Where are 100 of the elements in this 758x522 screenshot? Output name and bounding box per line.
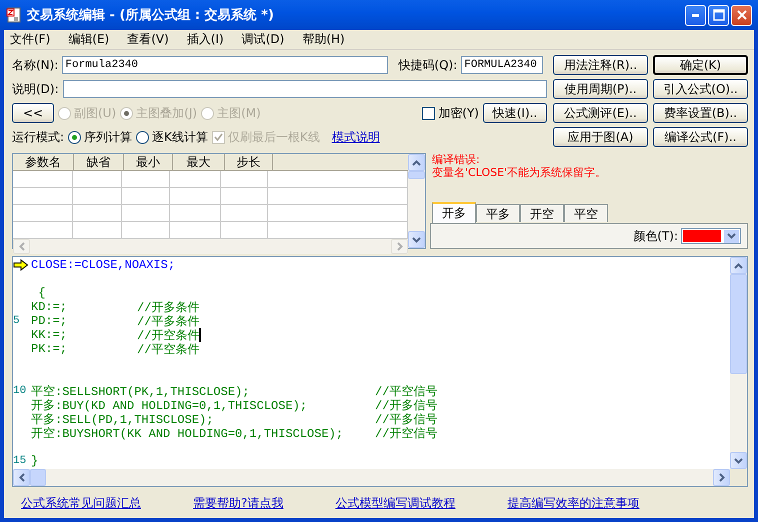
- column-header[interactable]: 最大: [173, 154, 225, 171]
- column-header[interactable]: 步长: [225, 154, 273, 171]
- menu-item[interactable]: 文件(F): [10, 31, 50, 48]
- color-dropdown[interactable]: [681, 228, 741, 244]
- code-text: PD:=;: [31, 314, 68, 328]
- code-editor[interactable]: [12, 256, 748, 487]
- dialog-button[interactable]: 引入公式(O)..: [653, 79, 748, 99]
- code-text: 开多:BUY(KD AND HOLDING=0,1,THISCLOSE);: [31, 398, 308, 413]
- signal-tab[interactable]: 平多: [476, 204, 520, 222]
- line-number: 5: [13, 315, 20, 327]
- checkmark-icon: [214, 132, 223, 142]
- code-text: 开空:BUYSHORT(KK AND HOLDING=0,1,THISCLOSE);: [31, 426, 344, 442]
- vertical-scrollbar[interactable]: [408, 154, 425, 248]
- table-cell[interactable]: [13, 188, 73, 205]
- radio-option[interactable]: 逐K线计算: [136, 128, 208, 146]
- menu-item[interactable]: 插入(I): [186, 31, 224, 48]
- help-link[interactable]: 提高编写效率的注意事项: [507, 495, 640, 512]
- collapse-button[interactable]: <<: [12, 103, 54, 123]
- name-field[interactable]: Formula2340: [62, 56, 388, 74]
- dialog-button[interactable]: 用法注释(R)..: [553, 55, 648, 75]
- code-comment: //平多条件: [137, 314, 200, 329]
- dialog-button[interactable]: 使用周期(P)..: [553, 79, 648, 99]
- code-text: 平空:SELLSHORT(PK,1,THISCLOSE);: [31, 384, 250, 399]
- encrypt-checkbox[interactable]: 加密(Y): [422, 104, 479, 122]
- field-label: 快捷码(Q):: [398, 56, 458, 74]
- color-label: 颜色(T):: [633, 228, 678, 244]
- column-header[interactable]: 参数名: [13, 154, 74, 171]
- table-cell[interactable]: [221, 205, 268, 222]
- dialog-button[interactable]: 应用于图(A): [553, 127, 648, 147]
- code-comment: //平多信号: [375, 412, 438, 427]
- menu-item[interactable]: 查看(V): [127, 31, 169, 48]
- minimize-icon: [692, 14, 699, 16]
- table-cell[interactable]: [13, 205, 73, 222]
- description-field[interactable]: [62, 80, 547, 98]
- menu-item[interactable]: 帮助(H): [302, 31, 345, 48]
- code-text: KD:=;: [31, 300, 68, 314]
- code-text: KK:=;: [31, 328, 68, 342]
- table-cell[interactable]: [122, 205, 170, 222]
- close-button[interactable]: [731, 4, 752, 26]
- scroll-right-button[interactable]: [713, 469, 730, 486]
- error-title: 编译错误:: [432, 153, 481, 166]
- menu-item[interactable]: 调试(D): [242, 31, 284, 48]
- code-text: {: [37, 286, 46, 300]
- field-label: 说明(D):: [12, 80, 59, 98]
- code-comment: //开空条件: [137, 328, 200, 343]
- shortcut-field[interactable]: FORMULA2340: [461, 56, 544, 74]
- column-header[interactable]: 最小: [124, 154, 173, 171]
- close-icon: [736, 9, 748, 21]
- minimize-button[interactable]: [685, 4, 706, 26]
- help-link[interactable]: 公式模型编写调试教程: [335, 495, 456, 512]
- radio-option[interactable]: 序列计算: [68, 128, 132, 146]
- scroll-thumb[interactable]: [30, 469, 46, 486]
- scroll-thumb[interactable]: [730, 274, 747, 374]
- table-cell[interactable]: [170, 171, 221, 188]
- table-cell[interactable]: [73, 205, 122, 222]
- field-label: 名称(N):: [12, 56, 58, 74]
- menu-item[interactable]: 编辑(E): [68, 31, 110, 48]
- table-cell[interactable]: [122, 188, 170, 205]
- scroll-up-button[interactable]: [408, 154, 425, 171]
- code-text: }: [31, 454, 38, 468]
- signal-tab[interactable]: 平空: [564, 204, 608, 222]
- quick-button[interactable]: 快速(I)..: [483, 103, 547, 123]
- document-icon: [6, 7, 22, 23]
- scroll-thumb[interactable]: [408, 171, 425, 179]
- table-cell[interactable]: [170, 188, 221, 205]
- help-link[interactable]: 公式系统常见问题汇总: [21, 495, 141, 512]
- dialog-button[interactable]: 公式测评(E)..: [553, 103, 648, 123]
- scroll-down-button[interactable]: [730, 452, 747, 469]
- code-text: CLOSE:=CLOSE,NOAXIS;: [31, 258, 176, 272]
- horizontal-scrollbar[interactable]: [13, 469, 747, 486]
- code-comment: //开空信号: [375, 426, 438, 442]
- code-comment: //平空条件: [137, 342, 200, 358]
- scroll-down-button[interactable]: [408, 231, 425, 248]
- dialog-button[interactable]: 费率设置(B)..: [653, 103, 748, 123]
- table-cell[interactable]: [122, 171, 170, 188]
- scroll-up-button[interactable]: [730, 257, 747, 274]
- code-comment: //开多条件: [137, 300, 200, 315]
- code-comment: //开多信号: [375, 398, 438, 413]
- scroll-left-button[interactable]: [13, 469, 30, 486]
- code-text: 平多:SELL(PD,1,THISCLOSE);: [31, 412, 214, 427]
- dialog-button[interactable]: 编译公式(F)..: [653, 127, 748, 147]
- table-cell[interactable]: [73, 188, 122, 205]
- vertical-scrollbar[interactable]: [730, 257, 747, 469]
- window-title: 交易系统编辑 - (所属公式组 : 交易系统 *): [27, 6, 274, 24]
- table-cell[interactable]: [221, 188, 268, 205]
- column-header[interactable]: 缺省: [74, 154, 124, 171]
- table-cell[interactable]: [221, 171, 268, 188]
- line-number: 15: [13, 455, 26, 467]
- table-cell[interactable]: [170, 205, 221, 222]
- help-link[interactable]: 需要帮助?请点我: [193, 495, 284, 512]
- mode-help-link[interactable]: 模式说明: [332, 128, 380, 146]
- dialog-button[interactable]: 确定(K): [653, 55, 748, 75]
- table-cell[interactable]: [13, 171, 73, 188]
- line-number: 10: [13, 385, 26, 397]
- error-message: 变量名'CLOSE'不能为系统保留字。: [432, 166, 608, 179]
- maximize-button[interactable]: [708, 4, 729, 26]
- signal-tab[interactable]: 开多: [432, 202, 476, 223]
- signal-tab[interactable]: 开空: [520, 204, 564, 222]
- run-mode-label: 运行模式:: [12, 128, 64, 146]
- table-cell[interactable]: [73, 171, 122, 188]
